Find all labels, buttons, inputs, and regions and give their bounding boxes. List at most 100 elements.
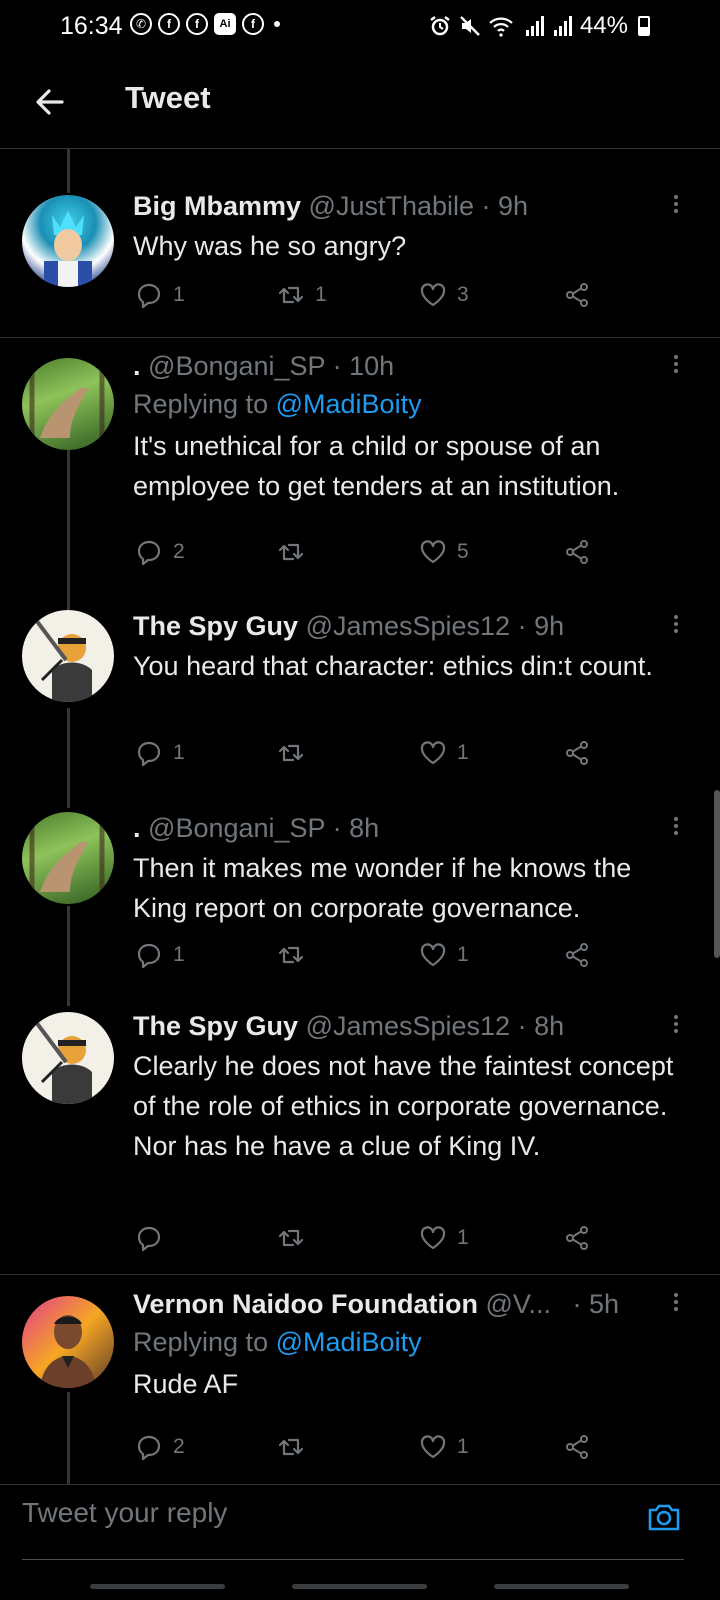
author-handle[interactable]: @JamesSpies12 (306, 1011, 511, 1041)
tweet-text: You heard that character: ethics din:t c… (133, 651, 653, 681)
avatar[interactable] (22, 610, 114, 702)
more-options-icon[interactable] (674, 1290, 680, 1314)
replying-to: Replying to @MadiBoity (133, 384, 690, 424)
reply-icon (137, 283, 161, 309)
author-name[interactable]: The Spy Guy (133, 611, 298, 641)
tweet-actions: 1 1 (135, 941, 605, 971)
tweet[interactable]: Big Mbammy @JustThabile · 9h Why was he … (0, 180, 720, 340)
like-count: 1 (457, 1435, 469, 1458)
nav-back-button[interactable] (494, 1584, 629, 1589)
tweet-time: · 10h (332, 351, 395, 381)
avatar[interactable] (22, 1012, 114, 1104)
reply-button[interactable]: 1 (135, 739, 185, 767)
avatar[interactable] (22, 812, 114, 904)
author-handle[interactable]: @JustThabile (309, 191, 474, 221)
reply-button[interactable]: 2 (135, 1433, 185, 1461)
reply-button[interactable] (135, 1224, 173, 1252)
alarm-icon (430, 16, 450, 36)
reply-icon (137, 1435, 161, 1461)
share-button[interactable] (563, 941, 591, 969)
whatsapp-icon: ✆ (130, 13, 152, 35)
camera-icon[interactable] (646, 1499, 682, 1535)
author-handle[interactable]: @JamesSpies12 (306, 611, 511, 641)
battery-icon (638, 16, 650, 36)
top-app-bar: Tweet (0, 56, 720, 149)
tweet-text: Clearly he does not have the faintest co… (133, 1051, 674, 1161)
author-name[interactable]: Vernon Naidoo Foundation (133, 1289, 478, 1319)
like-button[interactable]: 1 (419, 1224, 469, 1252)
author-name[interactable]: . (133, 351, 141, 381)
tweet-text: Then it makes me wonder if he knows the … (133, 853, 632, 923)
more-options-icon[interactable] (674, 814, 680, 838)
author-name[interactable]: The Spy Guy (133, 1011, 298, 1041)
author-handle[interactable]: @V... (486, 1289, 551, 1319)
share-button[interactable] (563, 739, 591, 767)
tweet-time: · 5h (572, 1289, 619, 1319)
tweet[interactable]: . @Bongani_SP · 8h Then it makes me wond… (0, 802, 720, 1002)
tweet[interactable]: The Spy Guy @JamesSpies12 · 9h You heard… (0, 600, 720, 800)
replying-to-mention[interactable]: @MadiBoity (276, 1327, 422, 1357)
reply-count: 1 (173, 741, 185, 764)
system-icons: 44% (428, 12, 650, 40)
share-button[interactable] (563, 1433, 591, 1461)
like-count: 1 (457, 741, 469, 764)
like-button[interactable]: 1 (419, 739, 469, 767)
avatar[interactable] (22, 358, 114, 450)
retweet-button[interactable]: 1 (277, 281, 327, 309)
input-underline (22, 1559, 684, 1560)
avatar[interactable] (22, 1296, 114, 1388)
reply-button[interactable]: 1 (135, 941, 185, 969)
more-options-icon[interactable] (674, 1012, 680, 1036)
tweet-time: · 8h (517, 1011, 565, 1041)
retweet-icon (278, 543, 304, 561)
tweet-time: · 8h (332, 813, 380, 843)
share-button[interactable] (563, 281, 591, 309)
reply-button[interactable]: 1 (135, 281, 185, 309)
author-name[interactable]: . (133, 813, 141, 843)
back-arrow-icon[interactable] (30, 82, 70, 122)
heart-icon (420, 1435, 446, 1459)
share-icon (566, 943, 588, 967)
share-button[interactable] (563, 538, 591, 566)
like-button[interactable]: 5 (419, 538, 469, 566)
tweet[interactable]: Vernon Naidoo Foundation @V... · 5h Repl… (0, 1278, 720, 1478)
tweet-meta: Big Mbammy @JustThabile · 9h (133, 188, 690, 224)
retweet-button[interactable] (277, 1433, 315, 1461)
share-icon (566, 283, 588, 307)
share-button[interactable] (563, 1224, 591, 1252)
divider (0, 1274, 720, 1275)
tweet[interactable]: . @Bongani_SP · 10h Replying to @MadiBoi… (0, 340, 720, 590)
replying-to-mention[interactable]: @MadiBoity (276, 389, 422, 419)
author-handle[interactable]: @Bongani_SP (148, 351, 325, 381)
tweet-time: · 9h (517, 611, 565, 641)
like-button[interactable]: 1 (419, 941, 469, 969)
share-icon (566, 540, 588, 564)
reply-icon (137, 741, 161, 767)
tweet[interactable]: The Spy Guy @JamesSpies12 · 8h Clearly h… (0, 1000, 720, 1270)
reply-input[interactable]: Tweet your reply (22, 1497, 227, 1529)
reply-button[interactable]: 2 (135, 538, 185, 566)
more-options-icon[interactable] (674, 352, 680, 376)
nav-recents-button[interactable] (90, 1584, 225, 1589)
nav-home-button[interactable] (292, 1584, 427, 1589)
retweet-icon (278, 286, 304, 304)
heart-icon (420, 1226, 446, 1250)
retweet-button[interactable] (277, 538, 315, 566)
avatar[interactable] (22, 195, 114, 287)
notification-icons: ✆ f f Ai f (130, 13, 280, 35)
heart-icon (420, 283, 446, 307)
author-handle[interactable]: @Bongani_SP (148, 813, 325, 843)
more-options-icon[interactable] (674, 612, 680, 636)
author-name[interactable]: Big Mbammy (133, 191, 301, 221)
like-button[interactable]: 3 (419, 281, 469, 309)
scrollbar[interactable] (714, 790, 720, 958)
like-button[interactable]: 1 (419, 1433, 469, 1461)
tweet-text: Why was he so angry? (133, 231, 407, 261)
retweet-button[interactable] (277, 739, 315, 767)
retweet-button[interactable] (277, 941, 315, 969)
wifi-icon (489, 17, 513, 37)
reply-icon (137, 1226, 161, 1252)
more-options-icon[interactable] (674, 192, 680, 216)
retweet-button[interactable] (277, 1224, 315, 1252)
heart-icon (420, 943, 446, 967)
